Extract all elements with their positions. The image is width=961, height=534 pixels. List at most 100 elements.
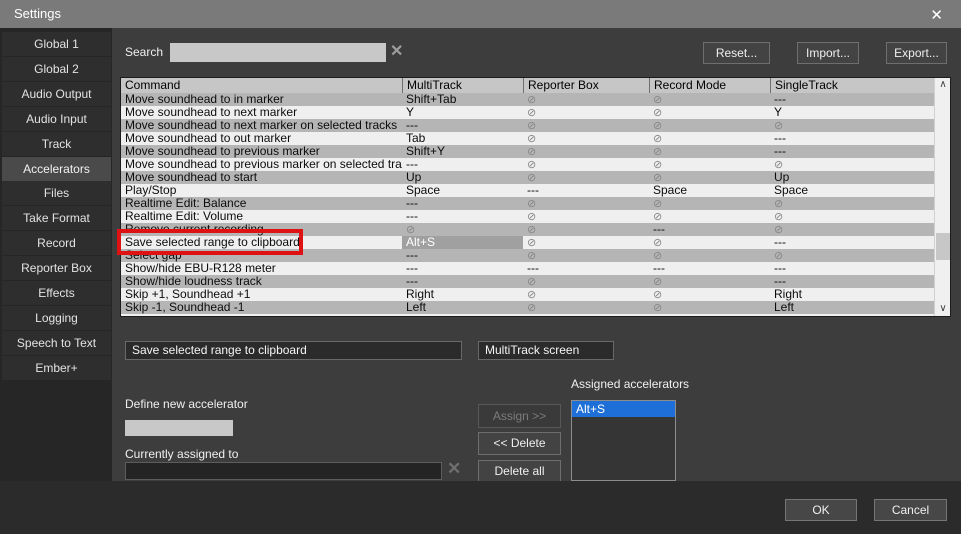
cell-record-mode[interactable]: ---	[649, 262, 770, 275]
cell-multitrack[interactable]: ---	[402, 119, 523, 132]
table-row[interactable]: Move soundhead to startUp⊘⊘Up	[121, 171, 950, 184]
cell-command[interactable]: Save selected range to clipboard	[121, 236, 402, 249]
cell-singletrack[interactable]: ---	[770, 93, 934, 106]
search-input[interactable]	[170, 43, 386, 62]
assigned-accelerator-item[interactable]: Alt+S	[572, 401, 675, 417]
sidebar-item-audio-output[interactable]: Audio Output	[2, 82, 111, 106]
delete-button[interactable]: << Delete	[478, 432, 561, 455]
currently-assigned-clear-icon[interactable]: ✕	[447, 459, 461, 479]
cell-command[interactable]: Show/hide EBU-R128 meter	[121, 262, 402, 275]
cell-multitrack[interactable]: Alt+S	[402, 236, 523, 249]
cell-reporter-box[interactable]: ⊘	[523, 197, 649, 210]
cell-multitrack[interactable]: Right	[402, 288, 523, 301]
table-row[interactable]: Play/StopSpace---SpaceSpace	[121, 184, 950, 197]
cell-reporter-box[interactable]: ---	[523, 184, 649, 197]
table-row[interactable]: Move soundhead to next marker on selecte…	[121, 119, 950, 132]
cell-record-mode[interactable]: ⊘	[649, 158, 770, 171]
sidebar-item-accelerators[interactable]: Accelerators	[2, 157, 111, 181]
column-header-command[interactable]: Command	[121, 78, 402, 93]
cell-record-mode[interactable]: ⊘	[649, 106, 770, 119]
cell-command[interactable]: Move soundhead to previous marker on sel…	[121, 158, 402, 171]
cell-reporter-box[interactable]: ⊘	[523, 223, 649, 236]
cell-reporter-box[interactable]: ⊘	[523, 158, 649, 171]
cell-singletrack[interactable]: Space	[770, 184, 934, 197]
cell-record-mode[interactable]: ---	[649, 223, 770, 236]
cell-multitrack[interactable]: ---	[402, 210, 523, 223]
table-row[interactable]: Move soundhead to next markerY⊘⊘Y	[121, 106, 950, 119]
cell-record-mode[interactable]: Space	[649, 184, 770, 197]
new-accelerator-input[interactable]	[125, 420, 233, 436]
sidebar-item-global-2[interactable]: Global 2	[2, 57, 111, 81]
cell-command[interactable]: Skip +1, Soundhead +1	[121, 288, 402, 301]
cell-multitrack[interactable]: ---	[402, 275, 523, 288]
cell-reporter-box[interactable]: ⊘	[523, 275, 649, 288]
assign-button[interactable]: Assign >>	[478, 404, 561, 428]
cell-reporter-box[interactable]: ⊘	[523, 171, 649, 184]
cell-multitrack[interactable]: ---	[402, 249, 523, 262]
cell-multitrack[interactable]: ⊘	[402, 223, 523, 236]
cell-multitrack[interactable]: Up	[402, 171, 523, 184]
delete-all-button[interactable]: Delete all	[478, 460, 561, 482]
cell-record-mode[interactable]: ⊘	[649, 132, 770, 145]
table-row[interactable]: Skip -1, Soundhead -1Left⊘⊘Left	[121, 301, 950, 314]
currently-assigned-input[interactable]	[125, 462, 442, 480]
cell-command[interactable]: Move soundhead to next marker on selecte…	[121, 119, 402, 132]
table-row[interactable]: Realtime Edit: Balance---⊘⊘⊘	[121, 197, 950, 210]
column-header-multitrack[interactable]: MultiTrack	[402, 78, 523, 93]
scroll-down-icon[interactable]: ∨	[935, 302, 951, 316]
cell-record-mode[interactable]: ⊘	[649, 288, 770, 301]
cell-record-mode[interactable]: ⊘	[649, 236, 770, 249]
search-clear-icon[interactable]: ✕	[390, 41, 403, 61]
reset-button[interactable]: Reset...	[703, 42, 770, 64]
table-row[interactable]: Move soundhead to previous markerShift+Y…	[121, 145, 950, 158]
cell-reporter-box[interactable]: ⊘	[523, 132, 649, 145]
cell-singletrack[interactable]: ---	[770, 275, 934, 288]
cell-singletrack[interactable]: Up	[770, 171, 934, 184]
cancel-button[interactable]: Cancel	[874, 499, 947, 521]
cell-record-mode[interactable]: ⊘	[649, 93, 770, 106]
cell-command[interactable]: Move soundhead to next marker	[121, 106, 402, 119]
cell-reporter-box[interactable]: ⊘	[523, 210, 649, 223]
cell-reporter-box[interactable]: ⊘	[523, 106, 649, 119]
cell-command[interactable]: Realtime Edit: Volume	[121, 210, 402, 223]
cell-multitrack[interactable]: ---	[402, 197, 523, 210]
cell-singletrack[interactable]: ⊘	[770, 210, 934, 223]
table-row[interactable]: Show/hide loudness track---⊘⊘---	[121, 275, 950, 288]
cell-record-mode[interactable]: ⊘	[649, 301, 770, 314]
column-header-singletrack[interactable]: SingleTrack	[770, 78, 934, 93]
cell-command[interactable]: Move soundhead to out marker	[121, 132, 402, 145]
cell-multitrack[interactable]: ---	[402, 262, 523, 275]
table-row[interactable]: Realtime Edit: Volume---⊘⊘⊘	[121, 210, 950, 223]
sidebar-item-global-1[interactable]: Global 1	[2, 32, 111, 56]
table-row[interactable]: Move soundhead to previous marker on sel…	[121, 158, 950, 171]
cell-record-mode[interactable]: ⊘	[649, 249, 770, 262]
cell-singletrack[interactable]: ---	[770, 145, 934, 158]
cell-reporter-box[interactable]: ⊘	[523, 145, 649, 158]
cell-reporter-box[interactable]: ---	[523, 262, 649, 275]
cell-record-mode[interactable]: ⊘	[649, 275, 770, 288]
cell-singletrack[interactable]: Y	[770, 106, 934, 119]
sidebar-item-files[interactable]: Files	[2, 181, 111, 205]
import-button[interactable]: Import...	[797, 42, 859, 64]
cell-command[interactable]: Skip -1, Soundhead -1	[121, 301, 402, 314]
cell-multitrack[interactable]: Space	[402, 184, 523, 197]
table-row[interactable]: Select gap---⊘⊘⊘	[121, 249, 950, 262]
sidebar-item-track[interactable]: Track	[2, 132, 111, 156]
cell-command[interactable]: Show/hide loudness track	[121, 275, 402, 288]
cell-command[interactable]: Move soundhead to previous marker	[121, 145, 402, 158]
sidebar-item-logging[interactable]: Logging	[2, 306, 111, 330]
cell-multitrack[interactable]: Y	[402, 106, 523, 119]
cell-reporter-box[interactable]: ⊘	[523, 301, 649, 314]
cell-command[interactable]: Move soundhead to start	[121, 171, 402, 184]
cell-multitrack[interactable]: Shift+Tab	[402, 93, 523, 106]
cell-reporter-box[interactable]: ⊘	[523, 119, 649, 132]
sidebar-item-record[interactable]: Record	[2, 231, 111, 255]
close-icon[interactable]: ✕	[924, 4, 949, 26]
cell-record-mode[interactable]: ⊘	[649, 210, 770, 223]
table-row[interactable]: Save selected range to clipboardAlt+S⊘⊘-…	[121, 236, 950, 249]
table-row[interactable]: Move soundhead to in markerShift+Tab⊘⊘--…	[121, 93, 950, 106]
sidebar-item-reporter-box[interactable]: Reporter Box	[2, 256, 111, 280]
cell-command[interactable]: Select gap	[121, 249, 402, 262]
ok-button[interactable]: OK	[785, 499, 857, 521]
cell-singletrack[interactable]: ⊘	[770, 119, 934, 132]
